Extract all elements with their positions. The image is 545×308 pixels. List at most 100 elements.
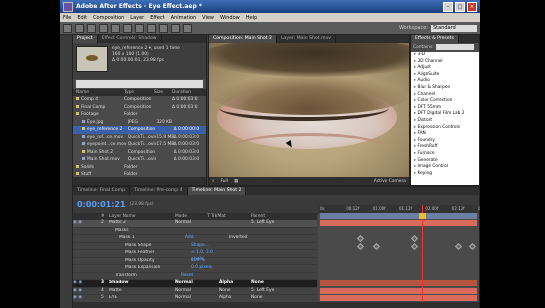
timeline-layer-row[interactable]: Mask Opacity 100 % [73, 258, 317, 265]
layer-switches[interactable] [73, 273, 101, 280]
menu-view[interactable]: View [202, 15, 214, 21]
timeline-layer-row[interactable]: Mask 1 Add Inverted [73, 235, 317, 243]
effects-category-item[interactable]: Furnace [411, 151, 479, 158]
timeline-layer-row[interactable]: ◉ ◉ 4 Matte Normal None 5. Left Eye [73, 288, 317, 295]
effects-category-item[interactable]: DFT Digital Film Lab 2 [411, 111, 479, 118]
layer-trkmat[interactable] [225, 273, 257, 280]
layer-switches[interactable] [73, 265, 101, 272]
current-time-indicator-handle[interactable] [419, 213, 426, 219]
layer-parent[interactable] [267, 265, 307, 272]
project-header-size[interactable]: Size [154, 89, 172, 96]
camera-view-dropdown[interactable]: Active Camera [371, 179, 409, 184]
layer-name[interactable]: Masks [109, 228, 181, 235]
keyframe-icon[interactable] [372, 242, 381, 250]
layer-preserve-transparency[interactable] [207, 295, 219, 302]
layer-parent[interactable]: 5. Left Eye [251, 288, 291, 295]
tab-effects-presets[interactable]: Effects & Presets [411, 35, 459, 43]
layer-duration-bar[interactable] [320, 220, 477, 226]
magnification-dropdown[interactable]: ⌕ [209, 178, 217, 184]
layer-mode[interactable]: Normal [175, 295, 207, 302]
layer-preserve-transparency[interactable] [223, 258, 235, 265]
timeline-layer-row[interactable]: Masks [73, 228, 317, 235]
effects-category-item[interactable]: Keying [411, 171, 479, 178]
menu-help[interactable]: Help [246, 15, 257, 21]
grid-toggle-icon[interactable]: ▦ [231, 179, 241, 184]
effects-category-item[interactable]: FAN [411, 131, 479, 138]
layer-parent[interactable]: None [251, 295, 291, 302]
layer-name[interactable]: Matte 2 [109, 220, 175, 227]
project-search-input[interactable] [76, 80, 203, 88]
layer-parent[interactable]: 5. Left Eye [251, 220, 291, 227]
layer-parent[interactable] [261, 235, 301, 242]
work-area-bar[interactable] [320, 213, 477, 219]
layer-parent[interactable] [257, 228, 297, 235]
layer-preserve-transparency[interactable] [223, 250, 235, 257]
selection-tool-icon[interactable] [63, 23, 72, 33]
layer-trkmat[interactable] [235, 258, 267, 265]
layer-mode[interactable]: Shape... [191, 243, 223, 250]
tab-timeline-0[interactable]: Timeline: Final Comp [73, 187, 130, 195]
current-time-indicator[interactable] [422, 205, 423, 308]
layer-preserve-transparency[interactable] [223, 243, 235, 250]
workspace-dropdown[interactable]: Standard [431, 24, 477, 32]
timeline-layer-row[interactable]: ◉ ◉ 2 Matte 2 Normal 5. Left Eye [73, 220, 317, 228]
layer-switches[interactable] [73, 228, 101, 235]
rotate-tool-icon[interactable] [99, 23, 108, 33]
layer-trkmat[interactable] [235, 265, 267, 272]
tab-comp-1[interactable]: Layer: Main Shot.mov [277, 35, 337, 43]
layer-switches[interactable]: ◉ ◉ [73, 280, 101, 287]
tab-project-1[interactable]: Effect Controls: Shadow [98, 35, 162, 43]
layer-switches[interactable] [73, 243, 101, 250]
clone-stamp-tool-icon[interactable] [171, 23, 180, 33]
layer-switches[interactable]: ◉ ◉ [73, 288, 101, 295]
keyframe-icon[interactable] [356, 242, 365, 250]
effects-category-item[interactable]: Adjust [411, 65, 479, 72]
keyframe-icon[interactable] [410, 234, 419, 243]
hand-tool-icon[interactable] [75, 23, 84, 33]
layer-name[interactable]: EYE [109, 295, 175, 302]
project-item[interactable]: Main Shot.mov QuickTi...ovie Δ 0:00:03:0 [73, 156, 206, 164]
layer-name[interactable]: Transform [109, 273, 181, 280]
layer-parent[interactable] [267, 250, 307, 257]
layer-trkmat[interactable] [235, 243, 267, 250]
layer-mode[interactable]: Normal [175, 220, 207, 227]
menu-edit[interactable]: Edit [77, 15, 87, 21]
menu-layer[interactable]: Layer [130, 15, 144, 21]
time-ruler[interactable]: 0s 00:12f 01:00f 01:12f 02:00f 02:12f 03:0 [318, 205, 480, 213]
effects-category-item[interactable]: Audio [411, 78, 479, 85]
timeline-layer-row[interactable]: Mask Feather ∞ 1.0, 3.0 pixels [73, 250, 317, 262]
layer-trkmat[interactable]: Inverted [229, 235, 261, 242]
composition-viewer[interactable] [209, 43, 409, 177]
project-header-type[interactable]: Type [124, 89, 154, 96]
effects-category-item[interactable]: FreshRuff [411, 144, 479, 151]
project-header-name[interactable]: Name [73, 89, 124, 96]
layer-trkmat[interactable]: Alpha [219, 280, 251, 287]
layer-preserve-transparency[interactable] [213, 273, 225, 280]
project-item[interactable]: eyepoint...ce.mov QuickTi...ovie 17.5 MB Δ … [73, 141, 206, 149]
layer-parent[interactable] [257, 273, 297, 280]
layer-duration-bar[interactable] [320, 280, 477, 286]
minimize-icon[interactable]: – [443, 1, 453, 12]
effects-search-input[interactable] [435, 44, 474, 50]
layer-trkmat[interactable] [225, 228, 257, 235]
layer-name[interactable]: Mask Opacity [109, 258, 191, 265]
layer-name[interactable]: Mask Feather [109, 250, 191, 257]
project-item[interactable]: eye_ref...ce.mov QuickTi...ovie 15.9 MB Δ 0… [73, 134, 206, 142]
layer-name[interactable]: Mask 1 [109, 235, 185, 242]
layer-switches[interactable]: ◉ ◉ [73, 220, 101, 227]
layer-preserve-transparency[interactable] [207, 220, 219, 227]
project-item[interactable]: Eye.jpg JPEG 320 KB [73, 119, 206, 127]
layer-switches[interactable] [73, 250, 101, 257]
project-item[interactable]: Main Shot 2 Composition Δ 0:00:03:0 [73, 149, 206, 157]
menu-effect[interactable]: Effect [150, 15, 164, 21]
effects-category-item[interactable]: Color Correction [411, 98, 479, 105]
layer-name[interactable]: Shadow [109, 280, 175, 287]
keyframe-icon[interactable] [454, 242, 463, 250]
effects-category-item[interactable]: Image Control [411, 164, 479, 171]
layer-mode[interactable]: Normal [175, 288, 207, 295]
tab-comp-0[interactable]: Composition: Main Shot 2 [209, 35, 277, 43]
resolution-dropdown[interactable]: Full [217, 179, 231, 184]
layer-mode[interactable]: Add [185, 235, 217, 242]
layer-parent[interactable]: None [251, 280, 291, 287]
menu-window[interactable]: Window [220, 15, 240, 21]
